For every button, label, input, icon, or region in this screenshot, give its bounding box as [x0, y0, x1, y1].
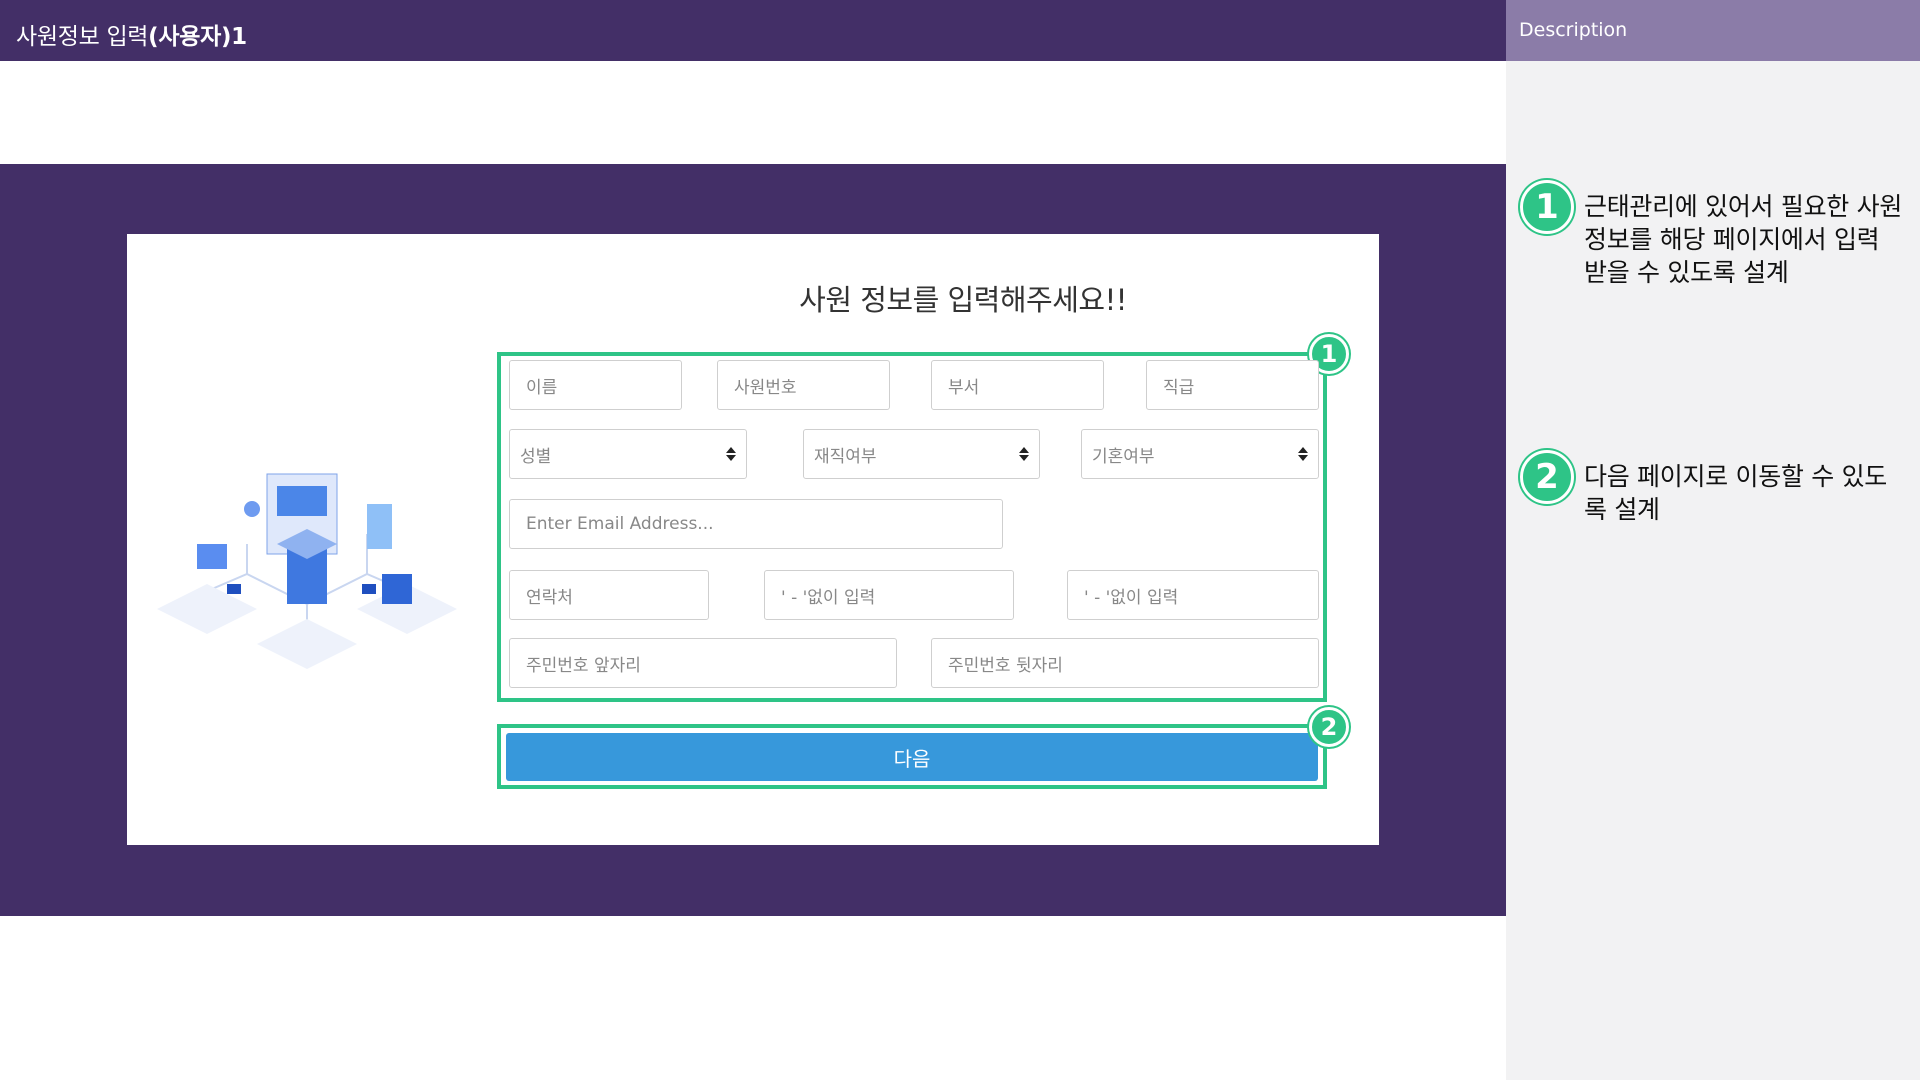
form-card: 사원 정보를 입력해주세요!! 1 이름 사원번호 부서 직급 성별 재직여부 … — [127, 234, 1379, 845]
title-bar: 사원정보 입력(사용자)1 — [0, 0, 1506, 61]
rrn-back-input[interactable]: 주민번호 뒷자리 — [931, 638, 1319, 688]
marital-status-select[interactable]: 기혼여부 — [1081, 429, 1319, 479]
rank-input[interactable]: 직급 — [1146, 360, 1319, 410]
marital-select-value: 기혼여부 — [1092, 446, 1155, 467]
network-illustration — [157, 473, 457, 669]
form-heading: 사원 정보를 입력해주세요!! — [799, 283, 1127, 317]
sort-arrows-icon — [1298, 447, 1308, 461]
department-input[interactable]: 부서 — [931, 360, 1104, 410]
highlight-badge-2: 2 — [1309, 707, 1349, 747]
description-text-1: 근태관리에 있어서 필요한 사원정보를 해당 페이지에서 입력 받을 수 있도록… — [1584, 192, 1903, 287]
description-panel: 1 근태관리에 있어서 필요한 사원정보를 해당 페이지에서 입력 받을 수 있… — [1506, 61, 1920, 1080]
description-item-2: 2 다음 페이지로 이동할 수 있도록 설계 — [1520, 450, 1904, 526]
gender-select-value: 성별 — [520, 446, 552, 467]
number-badge-2: 2 — [1520, 450, 1574, 504]
phone-input[interactable]: 연락처 — [509, 570, 709, 620]
content-stage: 사원 정보를 입력해주세요!! 1 이름 사원번호 부서 직급 성별 재직여부 … — [0, 164, 1506, 916]
sort-arrows-icon — [726, 447, 736, 461]
description-item-1: 1 근태관리에 있어서 필요한 사원정보를 해당 페이지에서 입력 받을 수 있… — [1520, 180, 1904, 289]
next-button[interactable]: 다음 — [506, 733, 1318, 781]
number-badge-1: 1 — [1520, 180, 1574, 234]
description-title: Description — [1519, 19, 1628, 41]
page-title-suffix: (사용자)1 — [148, 24, 247, 50]
rrn-front-input[interactable]: 주민번호 앞자리 — [509, 638, 897, 688]
screen: 사원정보 입력(사용자)1 Description 1 근태관리에 있어서 필요… — [0, 0, 1920, 1080]
description-header: Description — [1506, 0, 1920, 61]
email-input[interactable]: Enter Email Address... — [509, 499, 1003, 549]
phone-middle-input[interactable]: ' - '없이 입력 — [764, 570, 1014, 620]
page-title: 사원정보 입력(사용자)1 — [16, 17, 247, 51]
employment-status-select[interactable]: 재직여부 — [803, 429, 1040, 479]
phone-last-input[interactable]: ' - '없이 입력 — [1067, 570, 1319, 620]
gender-select[interactable]: 성별 — [509, 429, 747, 479]
sort-arrows-icon — [1019, 447, 1029, 461]
name-input[interactable]: 이름 — [509, 360, 682, 410]
description-text-2: 다음 페이지로 이동할 수 있도록 설계 — [1584, 462, 1887, 524]
page-title-main: 사원정보 입력 — [16, 24, 149, 50]
employment-select-value: 재직여부 — [814, 446, 877, 467]
employee-number-input[interactable]: 사원번호 — [717, 360, 890, 410]
